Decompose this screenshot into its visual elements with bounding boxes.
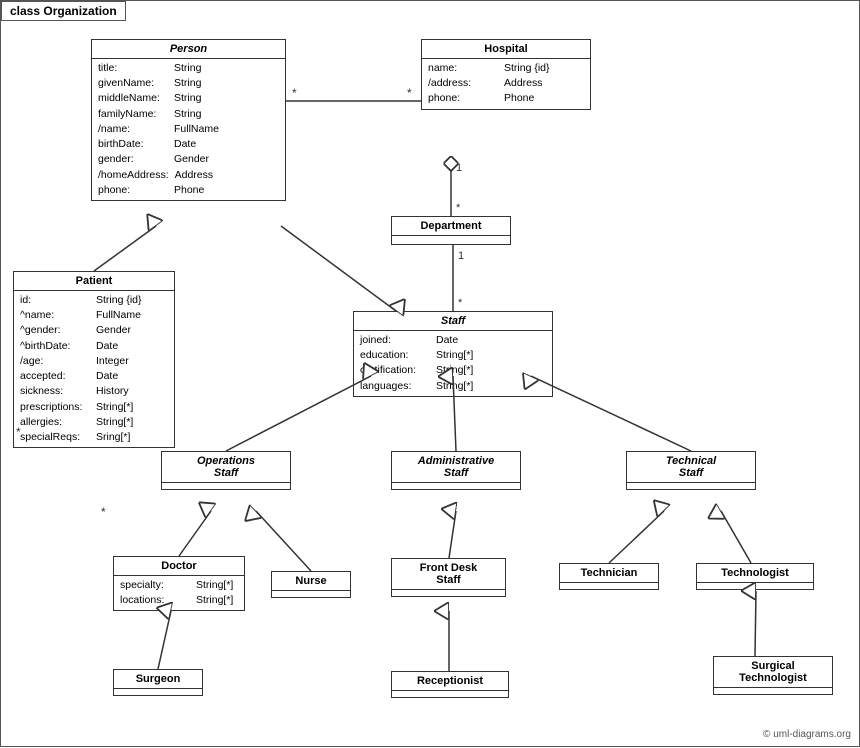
class-staff: Staff joined:Date education:String[*] ce… [353,311,553,397]
tech-staff-header: TechnicalStaff [627,452,755,483]
class-receptionist: Receptionist [391,671,509,698]
surgical-technologist-body [714,688,832,694]
receptionist-header: Receptionist [392,672,508,691]
hospital-body: name:String {id} /address:Address phone:… [422,59,590,109]
front-desk-staff-header: Front DeskStaff [392,559,505,590]
patient-body: id:String {id} ^name:FullName ^gender:Ge… [14,291,174,447]
class-technologist: Technologist [696,563,814,590]
class-person: Person title:String givenName:String mid… [91,39,286,201]
admin-staff-header: AdministrativeStaff [392,452,520,483]
class-department: Department [391,216,511,245]
person-body: title:String givenName:String middleName… [92,59,285,200]
front-desk-staff-body [392,590,505,596]
class-surgeon: Surgeon [113,669,203,696]
hospital-header: Hospital [422,40,590,59]
svg-text:*: * [458,297,463,309]
department-body [392,236,510,244]
technologist-body [697,583,813,589]
class-surgical-technologist: SurgicalTechnologist [713,656,833,695]
nurse-header: Nurse [272,572,350,591]
surgeon-header: Surgeon [114,670,202,689]
class-admin-staff: AdministrativeStaff [391,451,521,490]
admin-staff-body [392,483,520,489]
patient-header: Patient [14,272,174,291]
doctor-header: Doctor [114,557,244,576]
svg-text:1: 1 [458,250,464,262]
staff-header: Staff [354,312,552,331]
svg-text:*: * [407,86,412,100]
class-technician: Technician [559,563,659,590]
department-header: Department [392,217,510,236]
watermark: © uml-diagrams.org [763,729,851,740]
doctor-body: specialty:String[*] locations:String[*] [114,576,244,610]
class-tech-staff: TechnicalStaff [626,451,756,490]
nurse-body [272,591,350,597]
svg-text:1: 1 [456,162,462,174]
diagram-container: class Organization Person title:String g… [0,0,860,747]
svg-text:*: * [101,505,106,519]
class-nurse: Nurse [271,571,351,598]
class-operations-staff: OperationsStaff [161,451,291,490]
class-patient: Patient id:String {id} ^name:FullName ^g… [13,271,175,448]
surgeon-body [114,689,202,695]
operations-staff-header: OperationsStaff [162,452,290,483]
technician-body [560,583,658,589]
person-header: Person [92,40,285,59]
operations-staff-body [162,483,290,489]
class-hospital: Hospital name:String {id} /address:Addre… [421,39,591,110]
svg-text:*: * [292,86,297,100]
technologist-header: Technologist [697,564,813,583]
receptionist-body [392,691,508,697]
class-front-desk-staff: Front DeskStaff [391,558,506,597]
surgical-technologist-header: SurgicalTechnologist [714,657,832,688]
technician-header: Technician [560,564,658,583]
class-doctor: Doctor specialty:String[*] locations:Str… [113,556,245,611]
tech-staff-body [627,483,755,489]
diagram-title: class Organization [1,1,126,21]
svg-text:*: * [456,202,461,214]
staff-body: joined:Date education:String[*] certific… [354,331,552,396]
